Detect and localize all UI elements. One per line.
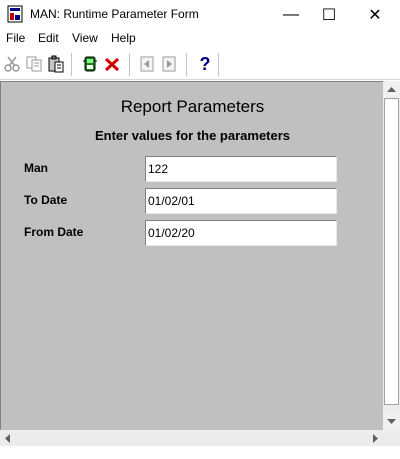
- param-input-from-date[interactable]: [145, 220, 337, 246]
- menu-file[interactable]: File: [6, 31, 25, 45]
- scroll-up-arrow-icon[interactable]: [383, 81, 400, 98]
- toolbar-separator: [186, 53, 187, 76]
- cut-icon[interactable]: [1, 53, 23, 75]
- param-input-to-date[interactable]: [145, 188, 337, 214]
- previous-page-icon[interactable]: [136, 53, 158, 75]
- maximize-button[interactable]: ☐: [312, 0, 346, 29]
- parameter-form: Report Parameters Enter values for the p…: [0, 81, 383, 430]
- menu-bar: File Edit View Help: [0, 29, 400, 48]
- vertical-scrollbar[interactable]: [383, 81, 400, 430]
- scroll-right-arrow-icon[interactable]: [368, 430, 384, 446]
- menu-view[interactable]: View: [72, 31, 98, 45]
- paste-icon[interactable]: [45, 53, 67, 75]
- param-label-to-date: To Date: [24, 193, 68, 207]
- param-label-man: Man: [24, 161, 48, 175]
- window-title: MAN: Runtime Parameter Form: [30, 7, 199, 21]
- window-bottom-edge: [0, 446, 400, 459]
- menu-edit[interactable]: Edit: [38, 31, 59, 45]
- help-icon[interactable]: ?: [194, 53, 216, 75]
- vertical-scroll-thumb[interactable]: [384, 98, 399, 405]
- report-subtitle: Enter values for the parameters: [94, 128, 291, 143]
- scroll-left-arrow-icon[interactable]: [0, 430, 16, 446]
- minimize-button[interactable]: —: [274, 0, 308, 29]
- toolbar-separator: [129, 53, 130, 76]
- title-bar: MAN: Runtime Parameter Form — ☐ ✕: [0, 0, 400, 29]
- toolbar-separator: [218, 53, 219, 76]
- report-title: Report Parameters: [120, 97, 265, 116]
- toolbar: ?: [0, 49, 400, 80]
- menu-help[interactable]: Help: [111, 31, 136, 45]
- close-button[interactable]: ✕: [358, 0, 392, 29]
- copy-icon[interactable]: [23, 53, 45, 75]
- next-page-icon[interactable]: [158, 53, 180, 75]
- toolbar-separator: [71, 53, 72, 76]
- scroll-down-arrow-icon[interactable]: [383, 413, 400, 430]
- run-report-icon[interactable]: [79, 53, 101, 75]
- horizontal-scrollbar[interactable]: [0, 430, 400, 446]
- param-label-from-date: From Date: [24, 225, 84, 239]
- report-app-icon: [7, 5, 25, 23]
- param-input-man[interactable]: [145, 156, 337, 182]
- cancel-icon[interactable]: [101, 53, 123, 75]
